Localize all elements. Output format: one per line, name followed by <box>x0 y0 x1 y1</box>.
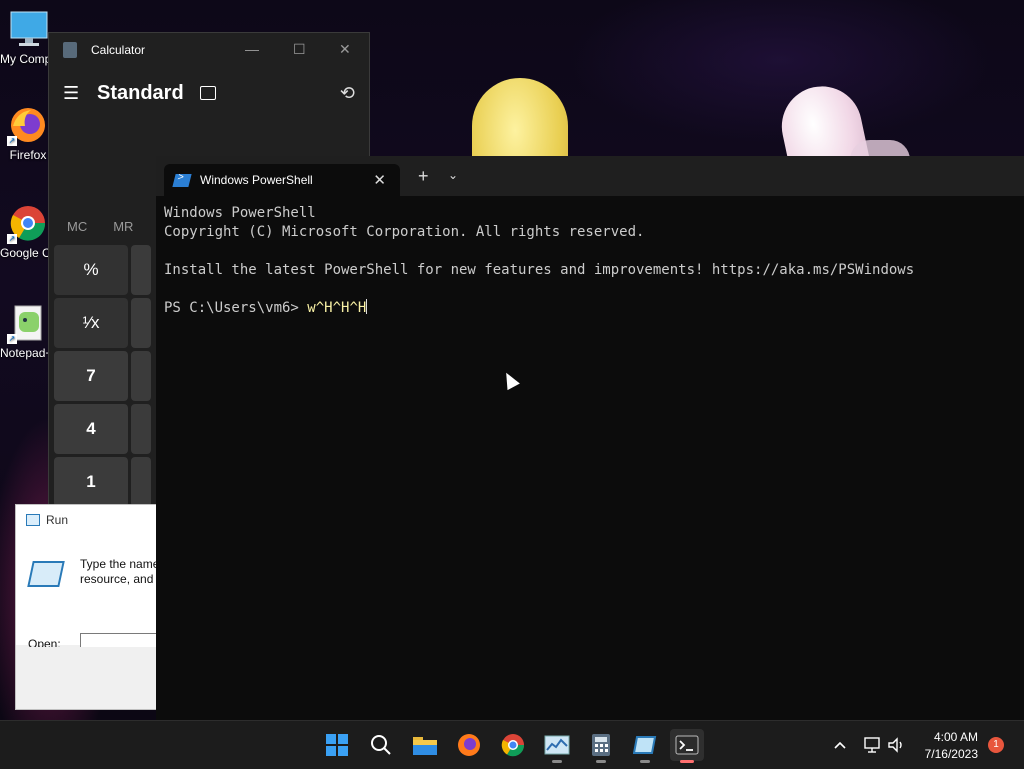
calculator-title: Calculator <box>91 43 146 57</box>
run-body: Type the name resource, and W Open: <box>16 535 172 655</box>
clock-date: 7/16/2023 <box>924 747 978 761</box>
shortcut-arrow-icon: ↗ <box>7 136 17 146</box>
run-title-icon <box>26 514 40 526</box>
terminal-tabstrip: Windows PowerShell ✕ + ⌄ <box>156 156 1024 196</box>
notification-badge[interactable]: 1 <box>988 737 1004 753</box>
maximize-icon[interactable]: ☐ <box>293 41 306 58</box>
terminal-prompt: PS C:\Users\vm6> <box>164 300 308 316</box>
run-footer <box>16 647 166 709</box>
calculator-app-icon <box>63 42 77 58</box>
calculator-titlebar[interactable]: Calculator <box>49 33 369 67</box>
calc-key-partial[interactable] <box>131 351 151 401</box>
taskbar-clock[interactable]: 4:00 AM 7/16/2023 <box>925 729 978 763</box>
shortcut-arrow-icon: ↗ <box>7 334 17 344</box>
task-manager-button[interactable] <box>540 729 574 763</box>
chrome-taskbar-button[interactable] <box>496 729 530 761</box>
task-manager-icon <box>544 735 570 755</box>
keep-on-top-icon[interactable] <box>199 86 216 100</box>
chrome-icon: ↗ <box>7 204 47 244</box>
calc-key-partial[interactable] <box>131 457 151 507</box>
terminal-icon <box>675 735 699 755</box>
powershell-icon <box>172 173 192 187</box>
terminal-command: w^H^H^H <box>307 300 367 316</box>
run-icon <box>27 561 65 587</box>
new-tab-button[interactable]: + <box>418 166 429 187</box>
terminal-line: Install the latest PowerShell for new fe… <box>164 262 915 278</box>
notepad-icon: ↗ <box>7 304 47 344</box>
terminal-prompt-line: PS C:\Users\vm6> w^H^H^H <box>164 299 914 318</box>
calculator-header: ☰ Standard ⟲ <box>63 77 355 109</box>
memory-clear-button[interactable]: MC <box>67 219 87 234</box>
running-indicator <box>552 760 562 763</box>
terminal-tab-title: Windows PowerShell <box>200 173 313 187</box>
percent-button[interactable]: % <box>54 245 128 295</box>
monitor-icon <box>9 10 48 48</box>
firefox-taskbar-button[interactable] <box>452 729 486 761</box>
run-title: Run <box>46 513 69 527</box>
start-icon <box>326 734 348 756</box>
running-indicator <box>596 760 606 763</box>
start-button[interactable] <box>320 729 354 761</box>
terminal-taskbar-button[interactable] <box>670 729 704 763</box>
clock-time: 4:00 AM <box>933 730 978 744</box>
minimize-icon[interactable]: — <box>245 41 259 57</box>
active-indicator <box>680 760 694 763</box>
file-explorer-button[interactable] <box>408 729 442 761</box>
calc-key-partial[interactable] <box>131 298 151 348</box>
close-icon[interactable]: ✕ <box>339 41 351 58</box>
firefox-icon: ↗ <box>7 106 47 146</box>
four-button[interactable]: 4 <box>54 404 128 454</box>
tray-chevron-icon[interactable] <box>832 721 848 769</box>
run-titlebar[interactable]: Run <box>16 505 166 535</box>
text-cursor <box>366 299 368 314</box>
terminal-line: Windows PowerShell <box>164 205 316 221</box>
run-description: Type the name resource, and W <box>80 557 169 586</box>
calc-key-partial[interactable] <box>131 404 151 454</box>
terminal-window[interactable]: Windows PowerShell ✕ + ⌄ Windows PowerSh… <box>156 156 1024 720</box>
history-icon[interactable]: ⟲ <box>340 83 355 104</box>
file-explorer-icon <box>413 737 437 755</box>
chevron-down-icon[interactable]: ⌄ <box>448 168 458 182</box>
volume-icon[interactable] <box>886 721 906 769</box>
run-taskbar-button[interactable] <box>628 729 662 763</box>
reciprocal-button[interactable]: ¹⁄x <box>54 298 128 348</box>
run-icon <box>633 736 657 754</box>
running-indicator <box>640 760 650 763</box>
search-button[interactable] <box>364 729 398 761</box>
calc-key-partial[interactable] <box>131 245 151 295</box>
terminal-tab[interactable]: Windows PowerShell ✕ <box>164 164 400 196</box>
firefox-icon <box>458 734 480 756</box>
search-icon <box>371 735 391 755</box>
run-dialog[interactable]: Run Type the name resource, and W Open: <box>15 504 172 710</box>
calculator-mode-title: Standard <box>97 81 184 104</box>
calculator-taskbar-button[interactable] <box>584 729 618 763</box>
tab-close-icon[interactable]: ✕ <box>373 171 386 189</box>
terminal-line: Copyright (C) Microsoft Corporation. All… <box>164 224 645 240</box>
calculator-icon <box>592 734 610 756</box>
memory-recall-button[interactable]: MR <box>113 219 133 234</box>
shortcut-arrow-icon: ↗ <box>7 234 17 244</box>
chrome-icon <box>501 734 525 757</box>
taskbar: 4:00 AM 7/16/2023 1 <box>0 720 1024 769</box>
network-icon[interactable] <box>862 721 882 769</box>
one-button[interactable]: 1 <box>54 457 128 507</box>
seven-button[interactable]: 7 <box>54 351 128 401</box>
hamburger-menu-icon[interactable]: ☰ <box>63 83 83 104</box>
terminal-output[interactable]: Windows PowerShell Copyright (C) Microsof… <box>164 204 914 318</box>
memory-row: MC MR <box>55 219 133 234</box>
